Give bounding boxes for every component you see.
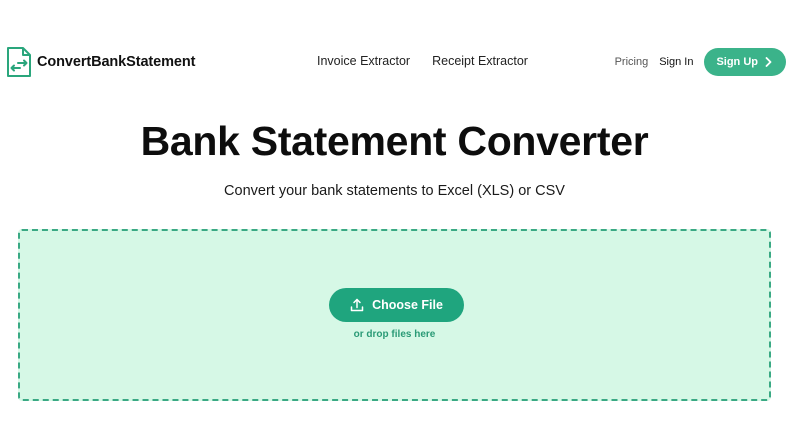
page-title: Bank Statement Converter [140,118,649,164]
nav-receipt-extractor[interactable]: Receipt Extractor [432,54,528,68]
sign-up-label: Sign Up [716,56,758,68]
document-exchange-icon [7,47,31,77]
account-nav: Pricing Sign In Sign Up [615,48,786,76]
choose-file-label: Choose File [372,298,443,312]
pricing-link[interactable]: Pricing [615,56,649,68]
sign-in-link[interactable]: Sign In [659,56,693,68]
page-subtitle: Convert your bank statements to Excel (X… [224,183,565,199]
nav-invoice-extractor[interactable]: Invoice Extractor [317,54,410,68]
main-nav: Invoice Extractor Receipt Extractor [317,54,528,68]
logo-text: ConvertBankStatement [37,54,196,70]
chevron-right-icon [765,57,772,67]
file-dropzone[interactable]: Choose File or drop files here [18,229,771,401]
upload-icon [350,298,364,312]
sign-up-button[interactable]: Sign Up [704,48,786,76]
site-header: ConvertBankStatement Invoice Extractor R… [0,40,800,84]
logo-link[interactable]: ConvertBankStatement [6,46,195,78]
drop-hint-text: or drop files here [353,329,436,340]
choose-file-button[interactable]: Choose File [329,288,464,322]
